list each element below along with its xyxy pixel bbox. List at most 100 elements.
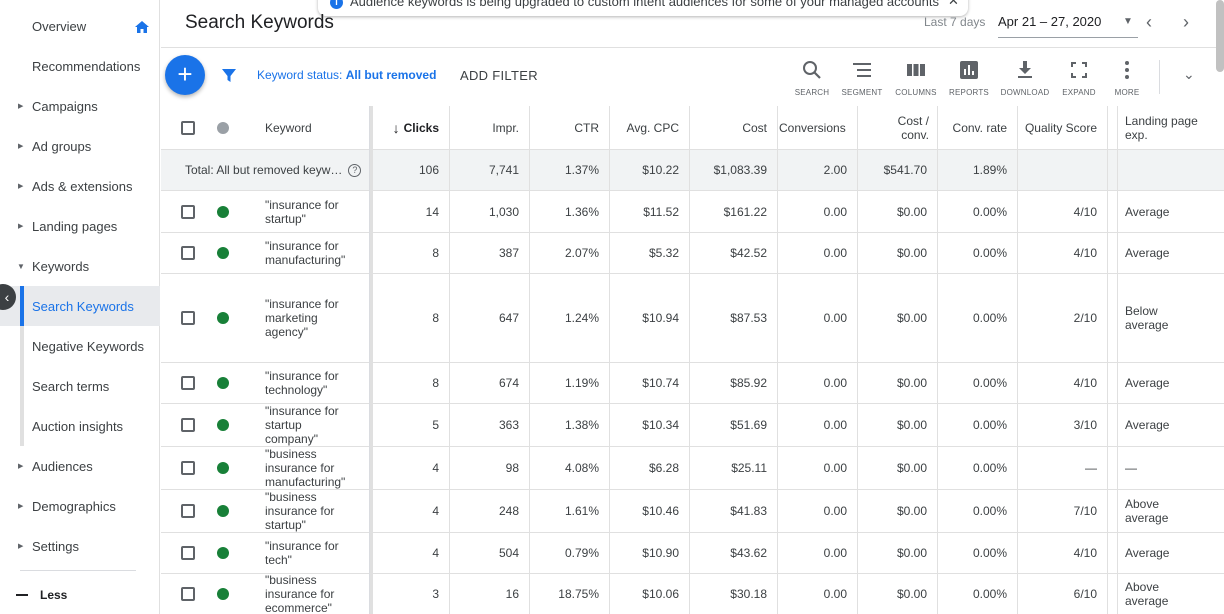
keyword-cell[interactable]: "business insurance for manufacturing" bbox=[265, 447, 345, 489]
row-checkbox[interactable] bbox=[181, 311, 195, 325]
more-vert-icon bbox=[1125, 61, 1129, 79]
caret-right-icon: ▶ bbox=[18, 143, 24, 150]
enabled-status-icon[interactable] bbox=[217, 247, 229, 259]
reports-tool-button[interactable]: REPORTS bbox=[944, 60, 994, 97]
sidebar-item-recommendations[interactable]: Recommendations bbox=[0, 46, 160, 86]
help-icon[interactable]: ? bbox=[348, 163, 362, 177]
row-checkbox[interactable] bbox=[181, 546, 195, 560]
sidebar-item-campaigns[interactable]: ▶ Campaigns bbox=[0, 86, 160, 126]
cost-cell: $42.52 bbox=[730, 246, 767, 260]
table-row: "insurance for startup company" 5 363 1.38% $1… bbox=[161, 404, 1224, 447]
row-checkbox[interactable] bbox=[181, 376, 195, 390]
sidebar-item-label: Ads & extensions bbox=[32, 178, 133, 194]
conv-rate-cell: 0.00% bbox=[972, 461, 1007, 475]
row-checkbox[interactable] bbox=[181, 461, 195, 475]
vertical-scrollbar[interactable] bbox=[1216, 0, 1224, 72]
enabled-status-icon[interactable] bbox=[217, 312, 229, 324]
chevron-left-icon[interactable]: ‹ bbox=[1146, 12, 1152, 33]
sidebar-item-auction-insights[interactable]: Auction insights bbox=[0, 406, 160, 446]
ctr-column-header[interactable]: CTR bbox=[529, 106, 599, 149]
keyword-text-line: "insurance for bbox=[265, 404, 339, 418]
conv-rate-cell: 0.00% bbox=[972, 587, 1007, 601]
keyword-cell[interactable]: "insurance for technology" bbox=[265, 363, 339, 403]
conversions-column-header[interactable]: Conversions bbox=[777, 106, 855, 149]
sidebar-item-audiences[interactable]: ▶ Audiences bbox=[0, 446, 160, 486]
enabled-status-icon[interactable] bbox=[217, 377, 229, 389]
filter-icon[interactable] bbox=[221, 67, 237, 83]
conv-rate-column-header[interactable]: Conv. rate bbox=[937, 106, 1007, 149]
sidebar-item-demographics[interactable]: ▶ Demographics bbox=[0, 486, 160, 526]
add-keyword-button[interactable]: + bbox=[165, 55, 205, 95]
total-label: Total: All but removed keyw…? bbox=[185, 150, 362, 190]
keyword-text-line: insurance for bbox=[265, 461, 335, 475]
row-checkbox[interactable] bbox=[181, 205, 195, 219]
dropdown-arrow-icon[interactable]: ▼ bbox=[1123, 16, 1133, 27]
sidebar-item-ads-extensions[interactable]: ▶ Ads & extensions bbox=[0, 166, 160, 206]
row-checkbox[interactable] bbox=[181, 246, 195, 260]
cost-per-conv-column-header[interactable]: Cost / conv. bbox=[857, 106, 929, 149]
expand-tool-button[interactable]: EXPAND bbox=[1054, 60, 1104, 97]
date-range-picker[interactable]: Apr 21 – 27, 2020 bbox=[998, 14, 1138, 38]
keyword-cell[interactable]: "insurance for marketing agency" bbox=[265, 274, 339, 362]
keyword-cell[interactable]: "insurance for tech" bbox=[265, 533, 339, 573]
keyword-status-filter[interactable]: Keyword status: All but removed bbox=[257, 68, 436, 82]
quality-score-column-header[interactable]: Quality Score bbox=[1017, 106, 1097, 149]
keyword-cell[interactable]: "business insurance for ecommerce" bbox=[265, 573, 334, 614]
column-divider bbox=[777, 106, 778, 614]
quality-score-cell: 4/10 bbox=[1073, 376, 1097, 390]
quality-score-cell: 4/10 bbox=[1073, 546, 1097, 560]
keyword-column-header[interactable]: Keyword bbox=[265, 106, 312, 149]
impressions-column-header[interactable]: Impr. bbox=[449, 106, 519, 149]
landing-page-exp-column-header[interactable]: Landing page exp. bbox=[1125, 106, 1198, 149]
status-cell bbox=[217, 533, 229, 573]
row-checkbox[interactable] bbox=[181, 504, 195, 518]
sidebar-item-overview[interactable]: Overview bbox=[0, 6, 160, 46]
conversions-cell: 0.00 bbox=[823, 587, 847, 601]
ctr-cell: 1.36% bbox=[564, 205, 599, 219]
landing-page-exp-cell: Average bbox=[1125, 363, 1169, 403]
conversions-cell: 0.00 bbox=[823, 461, 847, 475]
column-divider bbox=[689, 106, 690, 614]
keyword-cell[interactable]: "insurance for manufacturing" bbox=[265, 233, 345, 273]
chevron-right-icon[interactable]: › bbox=[1183, 12, 1189, 33]
enabled-status-icon[interactable] bbox=[217, 505, 229, 517]
cost-cell: $161.22 bbox=[723, 205, 767, 219]
enabled-status-icon[interactable] bbox=[217, 547, 229, 559]
sidebar-item-search-terms[interactable]: Search terms bbox=[0, 366, 160, 406]
sidebar-item-settings[interactable]: ▶ Settings bbox=[0, 526, 160, 566]
less-toggle[interactable]: Less bbox=[0, 576, 160, 614]
impressions-cell: 647 bbox=[498, 311, 519, 325]
search-tool-button[interactable]: SEARCH bbox=[787, 60, 837, 97]
keyword-cell[interactable]: "insurance for startup company" bbox=[265, 404, 339, 446]
row-checkbox[interactable] bbox=[181, 587, 195, 601]
avg-cpc-column-header[interactable]: Avg. CPC bbox=[609, 106, 679, 149]
sidebar-item-landing-pages[interactable]: ▶ Landing pages bbox=[0, 206, 160, 246]
landing-page-exp-cell: Average bbox=[1125, 192, 1169, 232]
enabled-status-icon[interactable] bbox=[217, 462, 229, 474]
quality-score-cell: — bbox=[1085, 461, 1097, 475]
sidebar-item-keywords[interactable]: ▼ Keywords bbox=[0, 246, 160, 286]
conversions-cell: 0.00 bbox=[823, 205, 847, 219]
avg-cpc-cell: $10.94 bbox=[642, 311, 679, 325]
more-tool-button[interactable]: MORE bbox=[1102, 60, 1152, 97]
add-filter-button[interactable]: ADD FILTER bbox=[460, 68, 538, 83]
row-checkbox[interactable] bbox=[181, 418, 195, 432]
segment-tool-button[interactable]: SEGMENT bbox=[837, 60, 887, 97]
row-checkbox-cell bbox=[181, 533, 195, 573]
keyword-cell[interactable]: "business insurance for startup" bbox=[265, 490, 334, 532]
keyword-cell[interactable]: "insurance for startup" bbox=[265, 192, 339, 232]
columns-tool-button[interactable]: COLUMNS bbox=[891, 60, 941, 97]
cost-column-header[interactable]: Cost bbox=[689, 106, 767, 149]
chevron-down-icon[interactable]: ⌄ bbox=[1183, 66, 1195, 83]
enabled-status-icon[interactable] bbox=[217, 588, 229, 600]
clicks-column-header[interactable]: ↓ Clicks bbox=[377, 106, 439, 149]
sidebar-item-search-keywords[interactable]: Search Keywords bbox=[0, 286, 160, 326]
sidebar-item-negative-keywords[interactable]: Negative Keywords bbox=[0, 326, 160, 366]
download-tool-button[interactable]: DOWNLOAD bbox=[1000, 60, 1050, 97]
select-all-checkbox[interactable] bbox=[181, 120, 195, 135]
enabled-status-icon[interactable] bbox=[217, 206, 229, 218]
enabled-status-icon[interactable] bbox=[217, 419, 229, 431]
impressions-cell: 98 bbox=[505, 461, 519, 475]
sidebar-item-ad-groups[interactable]: ▶ Ad groups bbox=[0, 126, 160, 166]
header-line: Landing page bbox=[1125, 113, 1198, 128]
